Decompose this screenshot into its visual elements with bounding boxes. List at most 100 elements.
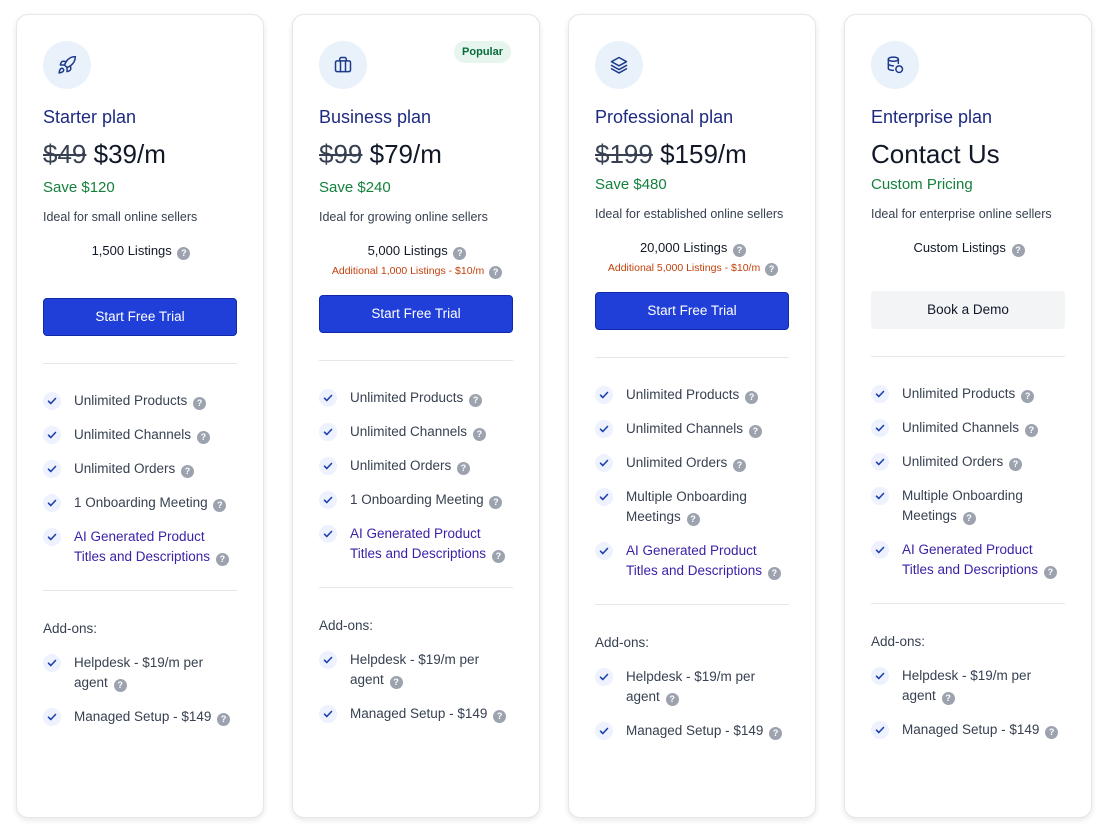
help-icon[interactable]: ? (113, 679, 127, 692)
help-icon[interactable]: ? (215, 553, 229, 566)
help-icon[interactable]: ? (1009, 458, 1023, 471)
check-icon (871, 721, 889, 739)
help-icon[interactable]: ? (213, 499, 227, 512)
feature-label: 1 Onboarding Meeting (350, 492, 484, 507)
rocket-icon (43, 41, 91, 89)
feature-item: Unlimited Products ? (871, 384, 1067, 404)
check-icon (871, 419, 889, 437)
help-icon[interactable]: ? (493, 710, 507, 723)
help-icon[interactable]: ? (962, 512, 976, 525)
savings-text: Save $120 (43, 179, 115, 196)
plan-description: Ideal for small online sellers (43, 210, 198, 224)
help-icon[interactable]: ? (217, 713, 231, 726)
plan-description: Ideal for established online sellers (595, 207, 784, 221)
feature-item: Unlimited Channels ? (595, 419, 791, 439)
feature-label: Unlimited Orders (74, 461, 176, 476)
plan-name: Enterprise plan (871, 107, 993, 127)
help-icon[interactable]: ? (1043, 566, 1057, 579)
help-icon[interactable]: ? (453, 247, 467, 260)
help-icon[interactable]: ? (489, 496, 503, 509)
addons-label: Add-ons: (871, 634, 926, 649)
help-icon[interactable]: ? (1045, 726, 1059, 739)
check-icon (319, 457, 337, 475)
addon-item: Managed Setup - $149 ? (43, 707, 239, 727)
feature-list: Unlimited Products ? Unlimited Channels … (43, 391, 239, 567)
help-icon[interactable]: ? (733, 459, 747, 472)
listings-count: 5,000 Listings ? (319, 242, 515, 260)
feature-item-ai: AI Generated Product Titles and Descript… (595, 541, 791, 581)
help-icon[interactable]: ? (489, 266, 503, 279)
check-icon (319, 423, 337, 441)
check-icon (595, 386, 613, 404)
help-icon[interactable]: ? (1011, 244, 1025, 257)
help-icon[interactable]: ? (177, 247, 191, 260)
divider (871, 603, 1065, 604)
feature-item: Unlimited Products ? (595, 385, 791, 405)
feature-list: Unlimited Products ? Unlimited Channels … (871, 384, 1067, 580)
feature-item: Unlimited Orders ? (871, 452, 1067, 472)
addon-item: Managed Setup - $149 ? (871, 720, 1067, 740)
help-icon[interactable]: ? (769, 727, 783, 740)
help-icon[interactable]: ? (457, 462, 471, 475)
old-price: $49 (43, 139, 87, 169)
help-icon[interactable]: ? (767, 567, 781, 580)
check-icon (43, 494, 61, 512)
addon-label: Helpdesk - $19/m per agent (902, 668, 1032, 703)
plan-card-business: Popular Business plan $99 $79/m Save $24… (292, 14, 540, 818)
feature-item-ai: AI Generated Product Titles and Descript… (871, 540, 1067, 580)
help-icon[interactable]: ? (941, 692, 955, 705)
help-icon[interactable]: ? (389, 676, 403, 689)
addon-item: Helpdesk - $19/m per agent ? (319, 650, 515, 690)
plan-description: Ideal for growing online sellers (319, 210, 488, 224)
help-icon[interactable]: ? (733, 244, 747, 257)
feature-label: Unlimited Products (902, 386, 1016, 401)
check-icon (43, 426, 61, 444)
help-icon[interactable]: ? (745, 391, 759, 404)
help-icon[interactable]: ? (472, 428, 486, 441)
listings-count: 20,000 Listings ? (595, 239, 791, 257)
additional-label: Additional 1,000 Listings - $10/m (331, 265, 485, 277)
check-icon (871, 453, 889, 471)
additional-listings: Additional 1,000 Listings - $10/m ? (319, 264, 515, 279)
feature-label: Unlimited Orders (902, 454, 1004, 469)
divider (595, 357, 789, 358)
help-icon[interactable]: ? (469, 394, 483, 407)
feature-item: Unlimited Products ? (319, 388, 515, 408)
layers-icon (595, 41, 643, 89)
help-icon[interactable]: ? (196, 431, 210, 444)
feature-item-ai: AI Generated Product Titles and Descript… (43, 527, 239, 567)
book-demo-button[interactable]: Book a Demo (871, 291, 1065, 329)
listings-label: 5,000 Listings (367, 243, 448, 258)
start-free-trial-button[interactable]: Start Free Trial (319, 295, 513, 333)
feature-item: Unlimited Orders ? (595, 453, 791, 473)
start-free-trial-button[interactable]: Start Free Trial (595, 292, 789, 330)
help-icon[interactable]: ? (765, 263, 779, 276)
help-icon[interactable]: ? (181, 465, 195, 478)
additional-listings: Additional 5,000 Listings - $10/m ? (595, 261, 791, 276)
check-icon (595, 454, 613, 472)
feature-list: Unlimited Products ? Unlimited Channels … (319, 388, 515, 564)
feature-label: AI Generated Product Titles and Descript… (626, 543, 763, 578)
addon-label: Helpdesk - $19/m per agent (626, 669, 756, 704)
addon-label: Managed Setup - $149 (626, 723, 764, 738)
help-icon[interactable]: ? (1024, 424, 1038, 437)
help-icon[interactable]: ? (193, 397, 207, 410)
help-icon[interactable]: ? (748, 425, 762, 438)
plan-name: Professional plan (595, 107, 734, 127)
feature-label: Unlimited Products (74, 393, 188, 408)
help-icon[interactable]: ? (1021, 390, 1035, 403)
check-icon (43, 528, 61, 546)
feature-label: Unlimited Orders (626, 455, 728, 470)
price: $99 $79/m (319, 138, 515, 170)
feature-item: Unlimited Products ? (43, 391, 239, 411)
feature-label: AI Generated Product Titles and Descript… (74, 529, 211, 564)
help-icon[interactable]: ? (665, 693, 679, 706)
help-icon[interactable]: ? (491, 550, 505, 563)
help-icon[interactable]: ? (686, 513, 700, 526)
start-free-trial-button[interactable]: Start Free Trial (43, 298, 237, 336)
feature-item: Multiple Onboarding Meetings ? (871, 486, 1067, 526)
addon-label: Helpdesk - $19/m per agent (74, 655, 204, 690)
feature-label: Unlimited Products (626, 387, 740, 402)
addon-label: Helpdesk - $19/m per agent (350, 652, 480, 687)
custom-pricing-text: Custom Pricing (871, 176, 973, 193)
